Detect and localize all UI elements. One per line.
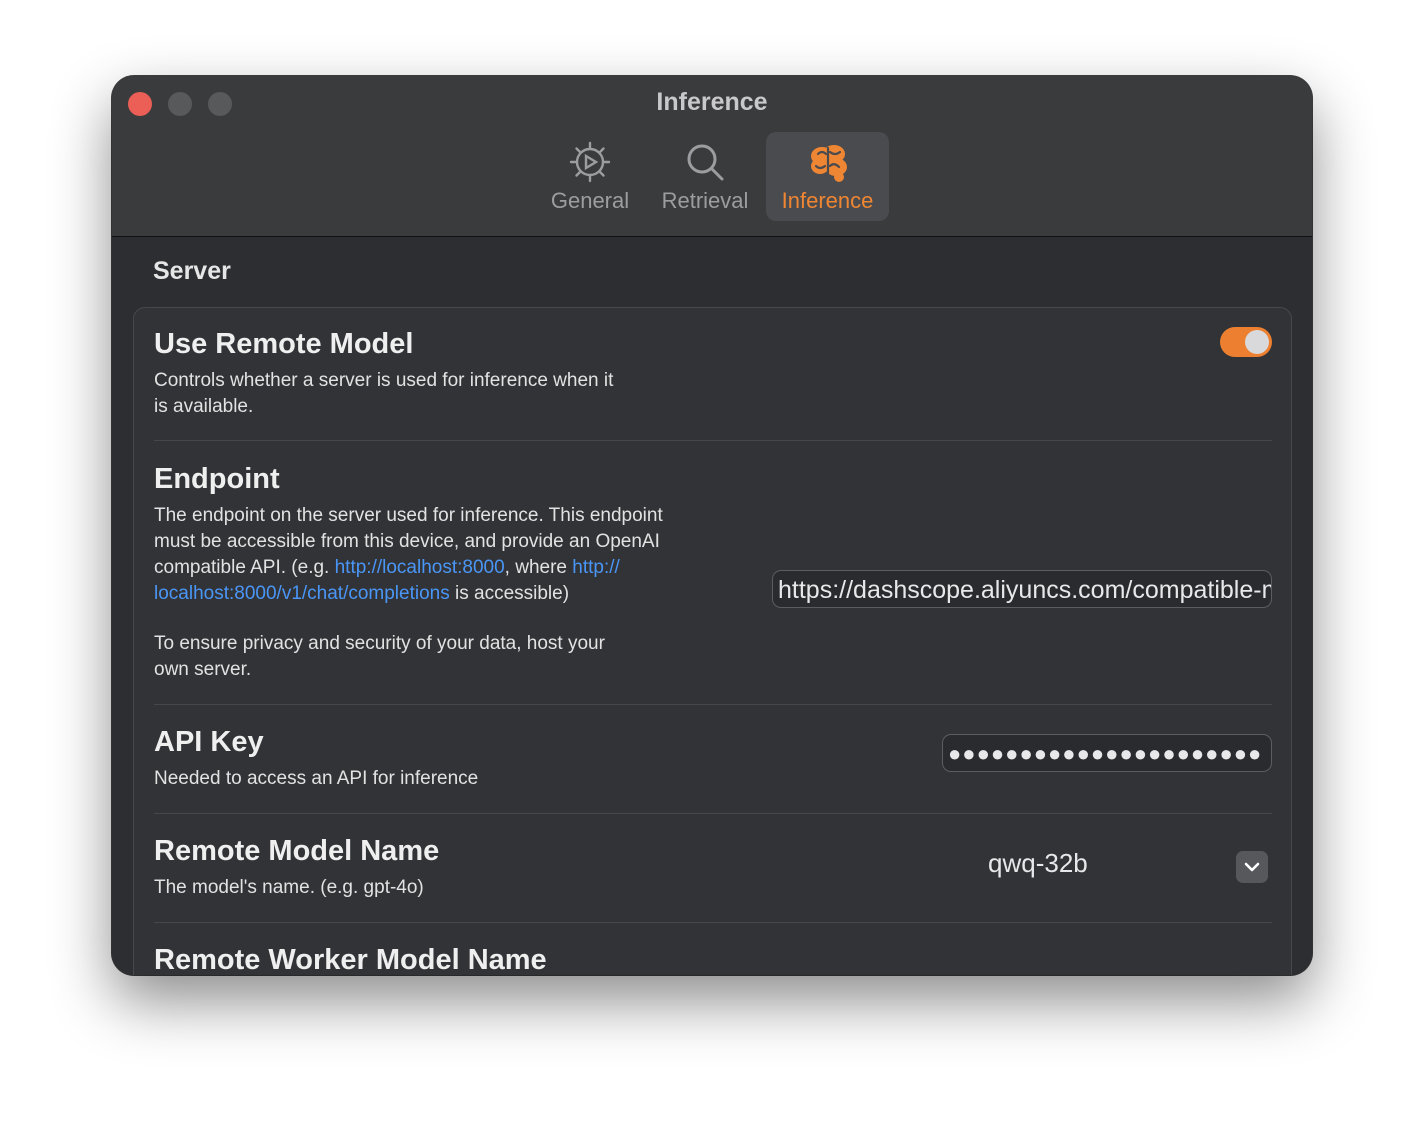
remote-model-name-description: The model's name. (e.g. gpt-4o) [154, 877, 424, 898]
tab-retrieval[interactable]: Retrieval [650, 132, 760, 221]
remote-worker-model-name-title: Remote Worker Model Name [154, 944, 547, 975]
remote-model-toggle[interactable] [1220, 327, 1272, 357]
remote-model-description: Controls whether a server is used for in… [154, 370, 614, 417]
privacy-note: To ensure privacy and security of your d… [154, 633, 605, 654]
section-title: Server [153, 257, 231, 285]
settings-content: Server Use Remote Model Controls whether… [112, 237, 1312, 975]
api-key-title: API Key [154, 726, 264, 758]
server-settings-group: Use Remote Model Controls whether a serv… [133, 307, 1292, 975]
remote-model-name-title: Remote Model Name [154, 835, 440, 867]
example-link-localhost[interactable]: http://localhost:8000 [335, 557, 505, 578]
search-icon [687, 144, 724, 181]
window-title: Inference [656, 88, 768, 116]
toggle-knob [1245, 330, 1269, 354]
tab-general[interactable]: General [542, 132, 638, 221]
tab-inference-label: Inference [781, 188, 874, 213]
settings-window: Inference General Retrieval Inference Se… [112, 76, 1312, 975]
gear-icon [569, 141, 611, 183]
divider [154, 704, 1272, 705]
remote-model-name-select[interactable]: qwq-32b [988, 848, 1088, 879]
tab-general-label: General [550, 188, 630, 213]
titlebar: Inference General Retrieval Inference [112, 76, 1312, 237]
api-key-input[interactable]: ●●●●●●●●●●●●●●●●●●●●●● [942, 734, 1272, 772]
endpoint-title: Endpoint [154, 463, 280, 495]
remote-model-title: Use Remote Model [154, 328, 414, 360]
example-link-completions-part1[interactable]: http:// [572, 557, 620, 578]
divider [154, 922, 1272, 923]
endpoint-input[interactable]: https://dashscope.aliyuncs.com/compatibl… [772, 570, 1272, 608]
divider [154, 440, 1272, 441]
brain-icon [810, 145, 847, 182]
api-key-description: Needed to access an API for inference [154, 768, 479, 789]
example-link-completions-part2[interactable]: localhost:8000/v1/chat/completions [154, 583, 450, 604]
divider [154, 813, 1272, 814]
chevron-down-icon[interactable] [1236, 851, 1268, 883]
tab-retrieval-label: Retrieval [661, 188, 749, 213]
tab-inference[interactable]: Inference [766, 132, 889, 221]
endpoint-description: The endpoint on the server used for infe… [154, 503, 754, 683]
